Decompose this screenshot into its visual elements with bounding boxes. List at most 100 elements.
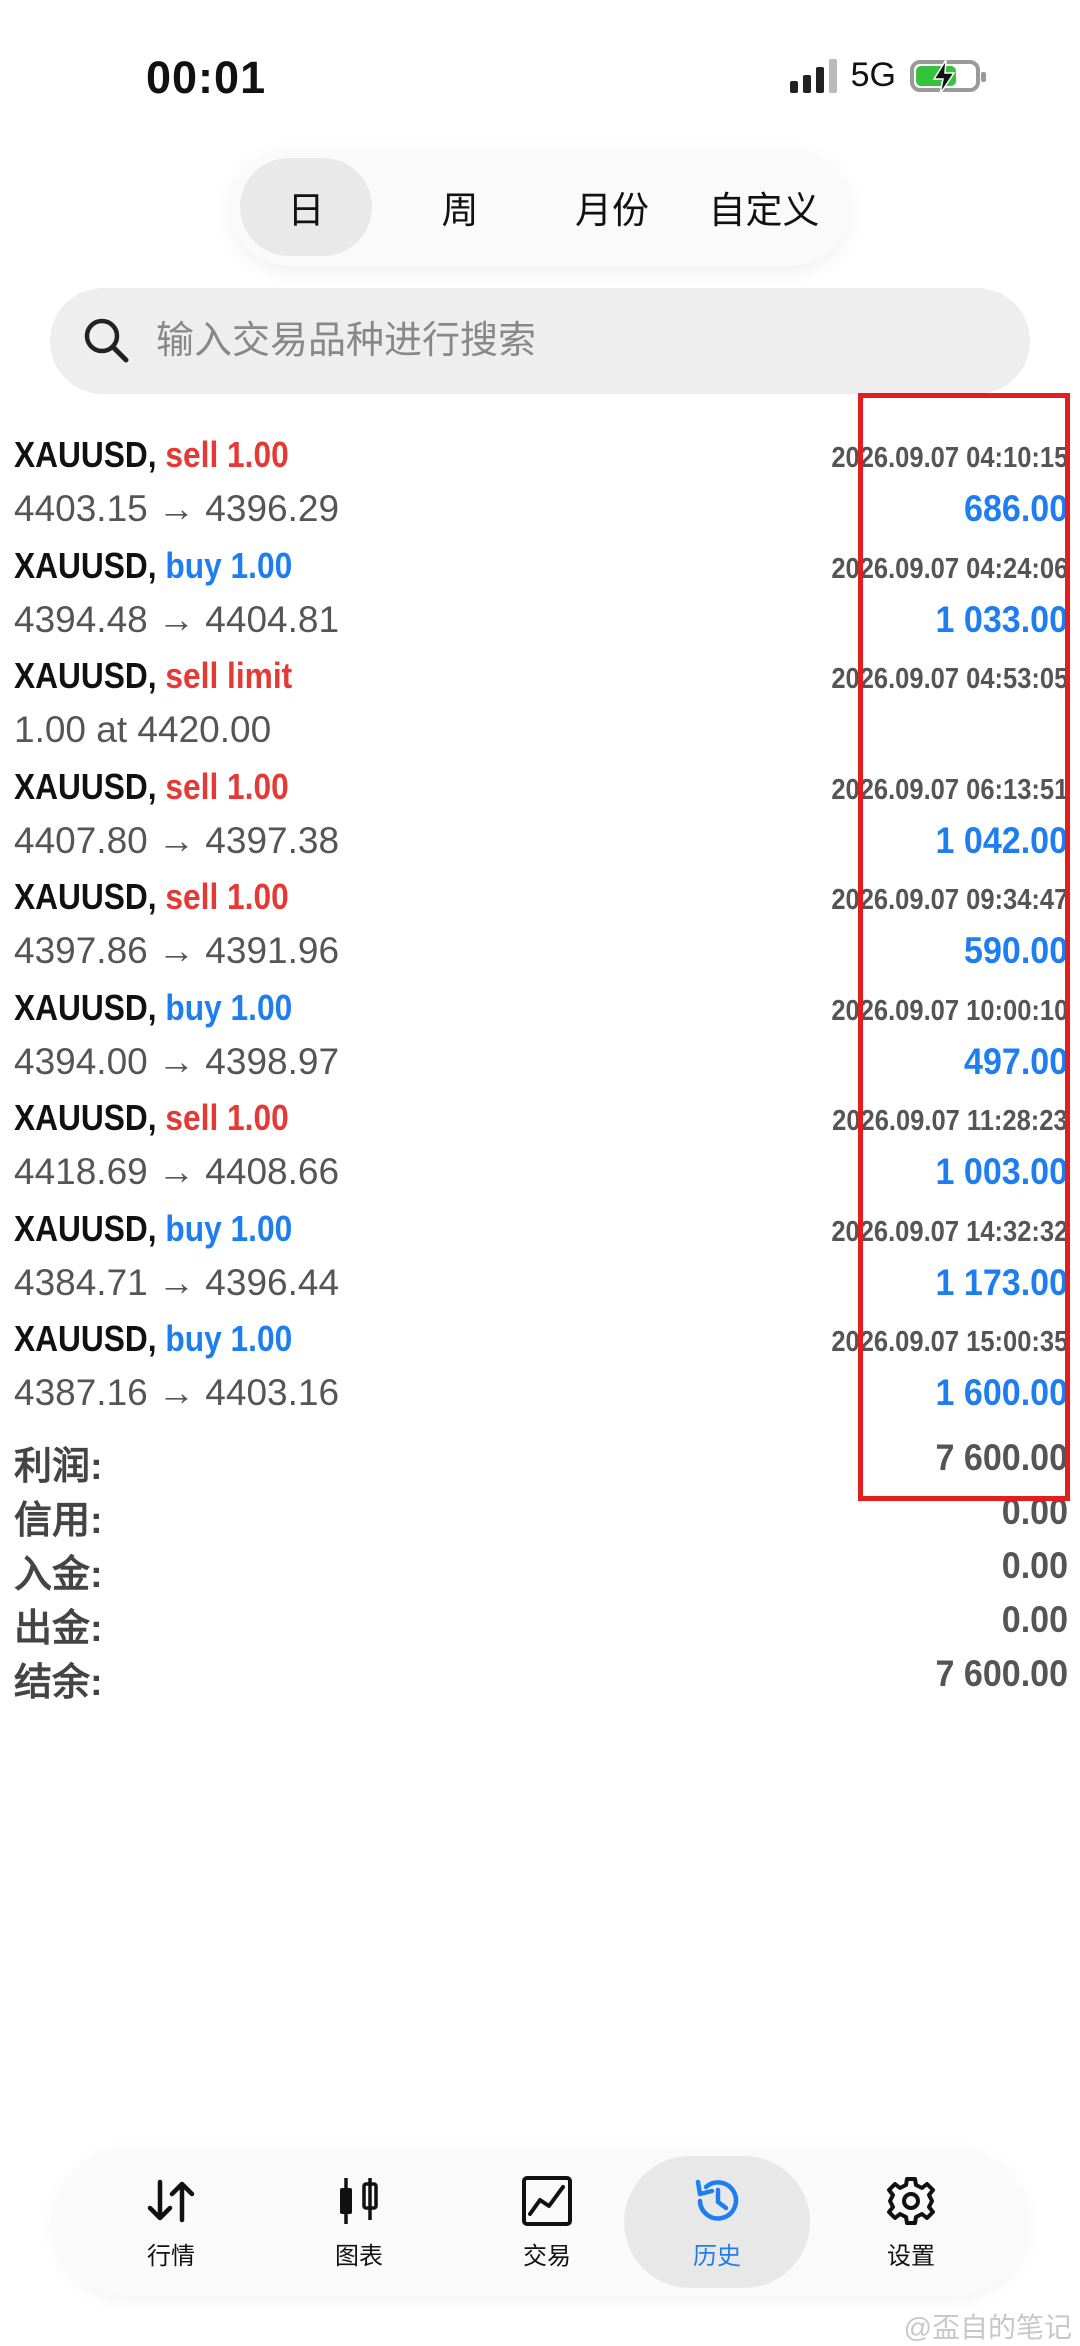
symbol-name: XAUUSD,: [14, 434, 157, 475]
nav-trade-label: 交易: [523, 2242, 571, 2270]
summary-label: 信用:: [14, 1500, 103, 1542]
trade-symbol: XAUUSD, sell 1.00: [14, 766, 289, 808]
summary-row: 利润: 7 600.00: [0, 1435, 1080, 1489]
watermark: @盃自的笔记: [903, 2312, 1072, 2343]
trade-prices: 4397.86 → 4391.96: [14, 930, 340, 971]
trade-icon: [522, 2175, 572, 2226]
trade-time: 2026.09.07 04:10:15: [831, 442, 1068, 474]
trade-row[interactable]: XAUUSD, sell 1.00 4397.86 → 4391.96 2026.0…: [0, 864, 1080, 975]
tab-day[interactable]: 日: [240, 158, 372, 256]
trade-time: 2026.09.07 11:28:23: [832, 1105, 1068, 1137]
nav-chart-label: 图表: [335, 2242, 383, 2270]
tab-month[interactable]: 月份: [536, 158, 688, 256]
trade-row[interactable]: XAUUSD, buy 1.00 4394.48 → 4404.81 2026.09…: [0, 533, 1080, 644]
summary-value: 0.00: [1001, 1545, 1068, 1586]
trade-prices: 4407.80 → 4397.38: [14, 819, 340, 861]
symbol-name: XAUUSD,: [14, 1097, 157, 1138]
nav-chart[interactable]: 图表: [266, 2156, 452, 2288]
summary-label: 结余:: [14, 1662, 103, 1704]
bottom-nav: 行情 图表 交易 历史 设置: [54, 2148, 1028, 2296]
trade-profit: 686.00: [963, 488, 1068, 529]
summary: 利润: 7 600.00 信用: 0.00 入金: 0.00 出金: 0.00 结余: 7 600…: [0, 1435, 1080, 1705]
trade-prices: 4384.71 → 4396.44: [14, 1261, 340, 1303]
nav-settings[interactable]: 设置: [818, 2156, 1004, 2288]
trade-time: 2026.09.07 04:53:05: [831, 663, 1068, 695]
trade-side: buy 1.00: [165, 1318, 293, 1359]
trade-row[interactable]: XAUUSD, buy 1.00 4394.00 → 4398.97 2026.09…: [0, 975, 1080, 1086]
history-icon: [695, 2179, 739, 2221]
period-tabs: 日 周 月份 自定义: [230, 148, 850, 266]
symbol-name: XAUUSD,: [14, 986, 157, 1028]
status-time: 00:01: [146, 52, 267, 103]
trade-row[interactable]: XAUUSD, buy 1.00 4384.71 → 4396.44 2026.09…: [0, 1196, 1080, 1307]
nav-quotes-label: 行情: [147, 2242, 195, 2270]
trade-symbol: XAUUSD, buy 1.00: [14, 987, 292, 1029]
tab-week[interactable]: 周: [384, 158, 536, 256]
trade-side: buy 1.00: [165, 544, 293, 586]
nav-quotes[interactable]: 行情: [78, 2156, 264, 2288]
network-type: 5G: [850, 56, 896, 94]
tab-custom[interactable]: 自定义: [688, 158, 840, 256]
summary-row: 入金: 0.00: [0, 1543, 1080, 1597]
trade-profit: 590.00: [963, 930, 1068, 971]
trade-prices: 1.00 at 4420.00: [14, 709, 272, 750]
summary-label: 利润:: [14, 1446, 103, 1488]
status-icons: 5G: [789, 56, 986, 95]
trade-time: 2026.09.07 06:13:51: [831, 773, 1068, 806]
trade-profit: 1 600.00: [935, 1372, 1068, 1413]
trade-symbol: XAUUSD, sell 1.00: [14, 876, 289, 918]
trade-time: 2026.09.07 15:00:35: [831, 1326, 1068, 1358]
trade-prices: 4418.69 → 4408.66: [14, 1151, 340, 1192]
summary-row: 结余: 7 600.00: [0, 1651, 1080, 1705]
search-bar[interactable]: [50, 288, 1030, 394]
trade-row[interactable]: XAUUSD, sell 1.00 4418.69 → 4408.66 2026.0…: [0, 1085, 1080, 1196]
trade-prices: 4394.48 → 4404.81: [14, 598, 340, 640]
trade-prices: 4394.00 → 4398.97: [14, 1040, 340, 1082]
trade-row[interactable]: XAUUSD, buy 1.00 4387.16 → 4403.16 2026.09…: [0, 1306, 1080, 1417]
trade-side: sell 1.00: [165, 1097, 289, 1138]
nav-trade[interactable]: 交易: [454, 2156, 640, 2288]
trade-symbol: XAUUSD, buy 1.00: [14, 1318, 292, 1360]
chart-icon: [340, 2177, 378, 2224]
summary-value: 7 600.00: [935, 1437, 1068, 1478]
nav-history-label: 历史: [693, 2242, 741, 2270]
summary-label: 入金:: [14, 1554, 103, 1596]
summary-row: 出金: 0.00: [0, 1597, 1080, 1651]
trade-side: buy 1.00: [165, 1207, 293, 1249]
trade-symbol: XAUUSD, sell limit: [14, 655, 292, 697]
trade-row[interactable]: XAUUSD, sell 1.00 4407.80 → 4397.38 2026.0…: [0, 754, 1080, 865]
trade-symbol: XAUUSD, sell 1.00: [14, 1097, 289, 1139]
trade-time: 2026.09.07 09:34:47: [831, 884, 1068, 916]
nav-settings-label: 设置: [887, 2242, 935, 2270]
trade-row[interactable]: XAUUSD, sell 1.00 4403.15 → 4396.29 2026.0…: [0, 422, 1080, 533]
symbol-name: XAUUSD,: [14, 544, 157, 586]
trade-row[interactable]: XAUUSD, sell limit 1.00 at 4420.00 2026.09…: [0, 643, 1080, 754]
trade-prices: 4403.15 → 4396.29: [14, 488, 340, 529]
trade-profit: 1 033.00: [935, 598, 1068, 640]
trade-side: buy 1.00: [165, 986, 293, 1028]
quotes-icon: [147, 2179, 195, 2222]
trade-symbol: XAUUSD, sell 1.00: [14, 434, 289, 476]
trade-symbol: XAUUSD, buy 1.00: [14, 545, 292, 587]
nav-history[interactable]: 历史: [624, 2156, 810, 2288]
summary-label: 出金:: [14, 1608, 103, 1650]
symbol-name: XAUUSD,: [14, 765, 157, 807]
summary-value: 0.00: [1001, 1491, 1068, 1532]
battery-icon: [910, 59, 986, 94]
symbol-name: XAUUSD,: [14, 876, 157, 917]
symbol-name: XAUUSD,: [14, 655, 157, 696]
trade-prices: 4387.16 → 4403.16: [14, 1372, 340, 1413]
symbol-name: XAUUSD,: [14, 1207, 157, 1249]
trade-profit: 497.00: [963, 1040, 1068, 1082]
trade-side: sell 1.00: [165, 434, 289, 475]
trade-side: sell 1.00: [165, 765, 289, 807]
search-input[interactable]: [154, 318, 958, 364]
trade-side: sell 1.00: [165, 876, 289, 917]
gear-icon: [887, 2176, 935, 2225]
trade-profit: 1 042.00: [935, 819, 1068, 861]
signal-icon: [789, 58, 837, 93]
summary-value: 7 600.00: [935, 1653, 1068, 1694]
trade-list: XAUUSD, sell 1.00 4403.15 → 4396.29 2026.0…: [0, 422, 1080, 1417]
search-icon: [84, 318, 129, 363]
trade-time: 2026.09.07 14:32:32: [831, 1215, 1068, 1248]
